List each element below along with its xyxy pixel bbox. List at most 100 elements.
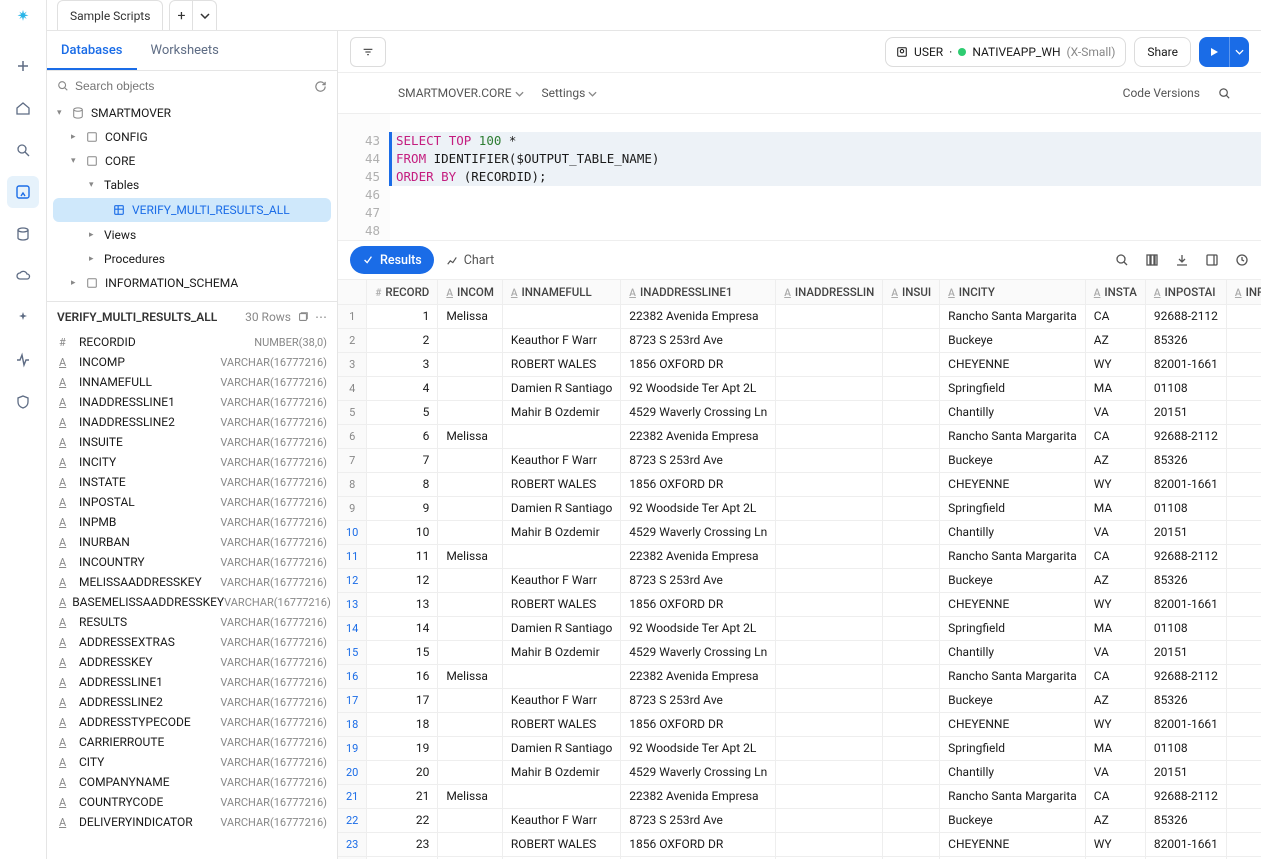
column-header[interactable]: AINADDRESSLINE1 — [621, 280, 776, 304]
column-row[interactable]: AMELISSAADDRESSKEYVARCHAR(16777216) — [47, 572, 337, 592]
schema-node[interactable]: ▾CORE — [47, 149, 337, 173]
data-icon[interactable] — [7, 218, 39, 250]
run-options-icon[interactable] — [1229, 37, 1249, 67]
table-row[interactable]: 23 23 ROBERT WALES 1856 OXFORD DR CHEYEN… — [338, 832, 1261, 856]
table-row[interactable]: 17 17 Keauthor F Warr 8723 S 253rd Ave B… — [338, 688, 1261, 712]
results-tab[interactable]: Results — [350, 246, 434, 274]
column-row[interactable]: AINNAMEFULLVARCHAR(16777216) — [47, 372, 337, 392]
worksheet-tab[interactable]: Sample Scripts — [57, 0, 163, 30]
column-row[interactable]: #RECORDIDNUMBER(38,0) — [47, 332, 337, 352]
sparkle-icon[interactable] — [7, 302, 39, 334]
schema-node[interactable]: ▸INFORMATION_SCHEMA — [47, 271, 337, 295]
context-selector[interactable]: SMARTMOVER.CORE — [398, 86, 524, 100]
views-node[interactable]: ▸Views — [47, 223, 337, 247]
column-row[interactable]: AADDRESSLINE1VARCHAR(16777216) — [47, 672, 337, 692]
column-row[interactable]: AADDRESSLINE2VARCHAR(16777216) — [47, 692, 337, 712]
column-row[interactable]: AADDRESSTYPECODEVARCHAR(16777216) — [47, 712, 337, 732]
column-row[interactable]: AINURBANVARCHAR(16777216) — [47, 532, 337, 552]
table-row[interactable]: 1 1 Melissa 22382 Avenida Empresa Rancho… — [338, 304, 1261, 328]
tables-node[interactable]: ▾Tables — [47, 173, 337, 197]
column-row[interactable]: ARESULTSVARCHAR(16777216) — [47, 612, 337, 632]
table-node-selected[interactable]: VERIFY_MULTI_RESULTS_ALL — [53, 198, 331, 222]
column-row[interactable]: AADDRESSKEYVARCHAR(16777216) — [47, 652, 337, 672]
table-row[interactable]: 15 15 Mahir B Ozdemir 4529 Waverly Cross… — [338, 640, 1261, 664]
table-row[interactable]: 14 14 Damien R Santiago 92 Woodside Ter … — [338, 616, 1261, 640]
home-icon[interactable] — [7, 92, 39, 124]
table-row[interactable]: 8 8 ROBERT WALES 1856 OXFORD DR CHEYENNE… — [338, 472, 1261, 496]
activity-icon[interactable] — [7, 344, 39, 376]
table-row[interactable]: 4 4 Damien R Santiago 92 Woodside Ter Ap… — [338, 376, 1261, 400]
table-row[interactable]: 11 11 Melissa 22382 Avenida Empresa Ranc… — [338, 544, 1261, 568]
table-row[interactable]: 3 3 ROBERT WALES 1856 OXFORD DR CHEYENNE… — [338, 352, 1261, 376]
column-header[interactable]: AINNAMEFULL — [502, 280, 620, 304]
column-header[interactable]: AINCITY — [940, 280, 1086, 304]
tab-dropdown-button[interactable] — [193, 0, 217, 30]
shield-icon[interactable] — [7, 386, 39, 418]
table-row[interactable]: 19 19 Damien R Santiago 92 Woodside Ter … — [338, 736, 1261, 760]
column-header[interactable]: AINPM — [1226, 280, 1261, 304]
column-header[interactable]: AINADDRESSLIN — [776, 280, 883, 304]
column-row[interactable]: AINSTATEVARCHAR(16777216) — [47, 472, 337, 492]
table-row[interactable]: 20 20 Mahir B Ozdemir 4529 Waverly Cross… — [338, 760, 1261, 784]
code-versions-button[interactable]: Code Versions — [1123, 86, 1200, 100]
filter-button[interactable] — [350, 37, 386, 67]
tab-databases[interactable]: Databases — [47, 31, 137, 70]
download-icon[interactable] — [1175, 253, 1189, 267]
results-grid[interactable]: #RECORDAINCOMAINNAMEFULLAINADDRESSLINE1A… — [338, 280, 1261, 859]
code-editor[interactable]: 434445464748 SELECT TOP 100 * FROM IDENT… — [338, 113, 1261, 240]
column-header[interactable]: AINSUI — [883, 280, 940, 304]
db-node[interactable]: ▾SMARTMOVER — [47, 101, 337, 125]
column-row[interactable]: AINPMBVARCHAR(16777216) — [47, 512, 337, 532]
column-row[interactable]: ABASEMELISSAADDRESSKEYVARCHAR(16777216) — [47, 592, 337, 612]
search-input[interactable] — [75, 79, 308, 93]
worksheets-icon[interactable] — [7, 176, 39, 208]
column-header[interactable]: AINPOSTAI — [1145, 280, 1226, 304]
chart-tab[interactable]: Chart — [446, 253, 494, 268]
column-header[interactable]: AINSTA — [1085, 280, 1145, 304]
table-row[interactable]: 22 22 Keauthor F Warr 8723 S 253rd Ave B… — [338, 808, 1261, 832]
table-row[interactable]: 10 10 Mahir B Ozdemir 4529 Waverly Cross… — [338, 520, 1261, 544]
refresh-icon[interactable] — [314, 80, 327, 93]
table-row[interactable]: 13 13 ROBERT WALES 1856 OXFORD DR CHEYEN… — [338, 592, 1261, 616]
table-row[interactable]: 5 5 Mahir B Ozdemir 4529 Waverly Crossin… — [338, 400, 1261, 424]
tab-worksheets[interactable]: Worksheets — [137, 31, 233, 70]
column-row[interactable]: AINPOSTALVARCHAR(16777216) — [47, 492, 337, 512]
procedures-node[interactable]: ▸Procedures — [47, 247, 337, 271]
run-button[interactable] — [1199, 37, 1249, 67]
table-row[interactable]: 12 12 Keauthor F Warr 8723 S 253rd Ave B… — [338, 568, 1261, 592]
table-row[interactable]: 7 7 Keauthor F Warr 8723 S 253rd Ave Buc… — [338, 448, 1261, 472]
table-row[interactable]: 18 18 ROBERT WALES 1856 OXFORD DR CHEYEN… — [338, 712, 1261, 736]
column-row[interactable]: AINSUITEVARCHAR(16777216) — [47, 432, 337, 452]
column-row[interactable]: ACITYVARCHAR(16777216) — [47, 752, 337, 772]
clock-icon[interactable] — [1235, 253, 1249, 267]
table-row[interactable]: 16 16 Melissa 22382 Avenida Empresa Ranc… — [338, 664, 1261, 688]
role-selector[interactable]: USER · NATIVEAPP_WH (X-Small) — [885, 37, 1126, 67]
search-icon[interactable] — [7, 134, 39, 166]
schema-node[interactable]: ▸CONFIG — [47, 125, 337, 149]
column-row[interactable]: AINCITYVARCHAR(16777216) — [47, 452, 337, 472]
share-button[interactable]: Share — [1134, 37, 1191, 67]
panel-icon[interactable] — [1205, 253, 1219, 267]
column-row[interactable]: AINADDRESSLINE1VARCHAR(16777216) — [47, 392, 337, 412]
column-row[interactable]: ACOMPANYNAMEVARCHAR(16777216) — [47, 772, 337, 792]
column-row[interactable]: ACARRIERROUTEVARCHAR(16777216) — [47, 732, 337, 752]
cloud-icon[interactable] — [7, 260, 39, 292]
table-row[interactable]: 2 2 Keauthor F Warr 8723 S 253rd Ave Buc… — [338, 328, 1261, 352]
search-code-icon[interactable] — [1218, 87, 1231, 100]
column-row[interactable]: AADDRESSEXTRASVARCHAR(16777216) — [47, 632, 337, 652]
column-header[interactable]: AINCOM — [438, 280, 503, 304]
table-row[interactable]: 21 21 Melissa 22382 Avenida Empresa Ranc… — [338, 784, 1261, 808]
column-row[interactable]: AINADDRESSLINE2VARCHAR(16777216) — [47, 412, 337, 432]
copy-icon[interactable] — [297, 311, 309, 323]
new-tab-button[interactable]: + — [169, 0, 193, 30]
table-row[interactable]: 9 9 Damien R Santiago 92 Woodside Ter Ap… — [338, 496, 1261, 520]
column-row[interactable]: ADELIVERYINDICATORVARCHAR(16777216) — [47, 812, 337, 832]
more-icon[interactable]: ⋯ — [315, 310, 327, 324]
column-row[interactable]: ACOUNTRYCODEVARCHAR(16777216) — [47, 792, 337, 812]
plus-icon[interactable] — [7, 50, 39, 82]
search-results-icon[interactable] — [1115, 253, 1129, 267]
columns-icon[interactable] — [1145, 253, 1159, 267]
column-row[interactable]: AINCOUNTRYVARCHAR(16777216) — [47, 552, 337, 572]
settings-selector[interactable]: Settings — [542, 86, 598, 100]
column-row[interactable]: AINCOMPVARCHAR(16777216) — [47, 352, 337, 372]
